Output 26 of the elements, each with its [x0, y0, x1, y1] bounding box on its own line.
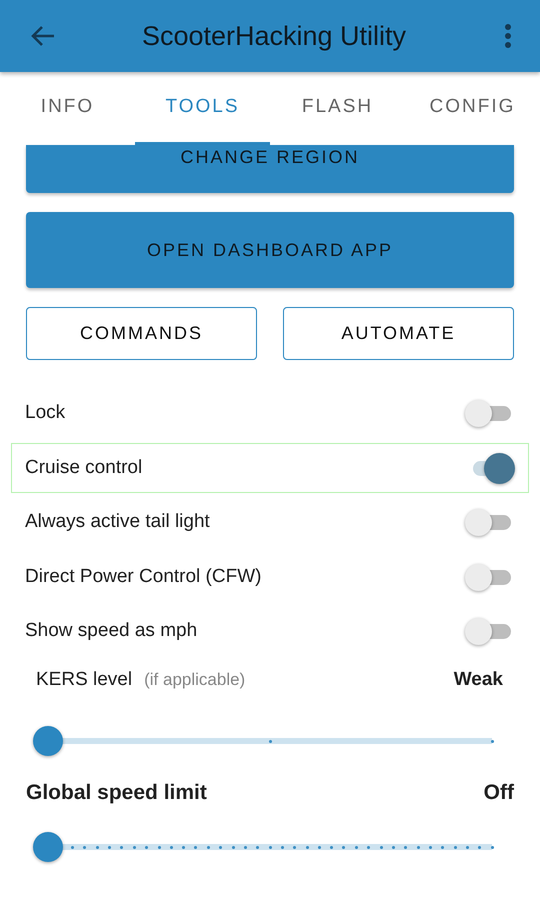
change-region-button[interactable]: CHANGE REGION [26, 145, 514, 193]
toggle-switch[interactable] [465, 398, 513, 428]
slider-hint: (if applicable) [144, 670, 246, 690]
toggle-switch[interactable] [465, 562, 513, 592]
slider-thumb[interactable] [33, 726, 63, 756]
app-title: ScooterHacking Utility [140, 20, 408, 52]
toggle-label: Always active tail light [25, 511, 210, 533]
toggle-label: Lock [25, 402, 66, 424]
toggle-label: Cruise control [25, 456, 142, 478]
toggle-label: Show speed as mph [25, 620, 198, 642]
slider-label: KERS level [36, 668, 132, 690]
back-arrow-icon[interactable] [30, 25, 56, 47]
slider-label: Global speed limit [26, 780, 207, 804]
outline-button[interactable]: AUTOMATE [283, 307, 514, 360]
tab[interactable]: INFO [0, 72, 135, 145]
toggle-label: Direct Power Control (CFW) [25, 566, 262, 588]
toggle-switch[interactable] [465, 616, 513, 646]
outline-button[interactable]: COMMANDS [26, 307, 257, 360]
slider-value: Off [484, 780, 514, 804]
slider-thumb[interactable] [33, 832, 63, 862]
more-options-icon[interactable] [504, 23, 512, 49]
dashboard-button[interactable]: OPEN DASHBOARD APP [26, 212, 514, 288]
slider-value: Weak [454, 668, 503, 690]
tab[interactable]: FLASH [270, 72, 405, 145]
toggle-switch[interactable] [465, 507, 513, 537]
tab[interactable]: CONFIG [405, 72, 540, 145]
